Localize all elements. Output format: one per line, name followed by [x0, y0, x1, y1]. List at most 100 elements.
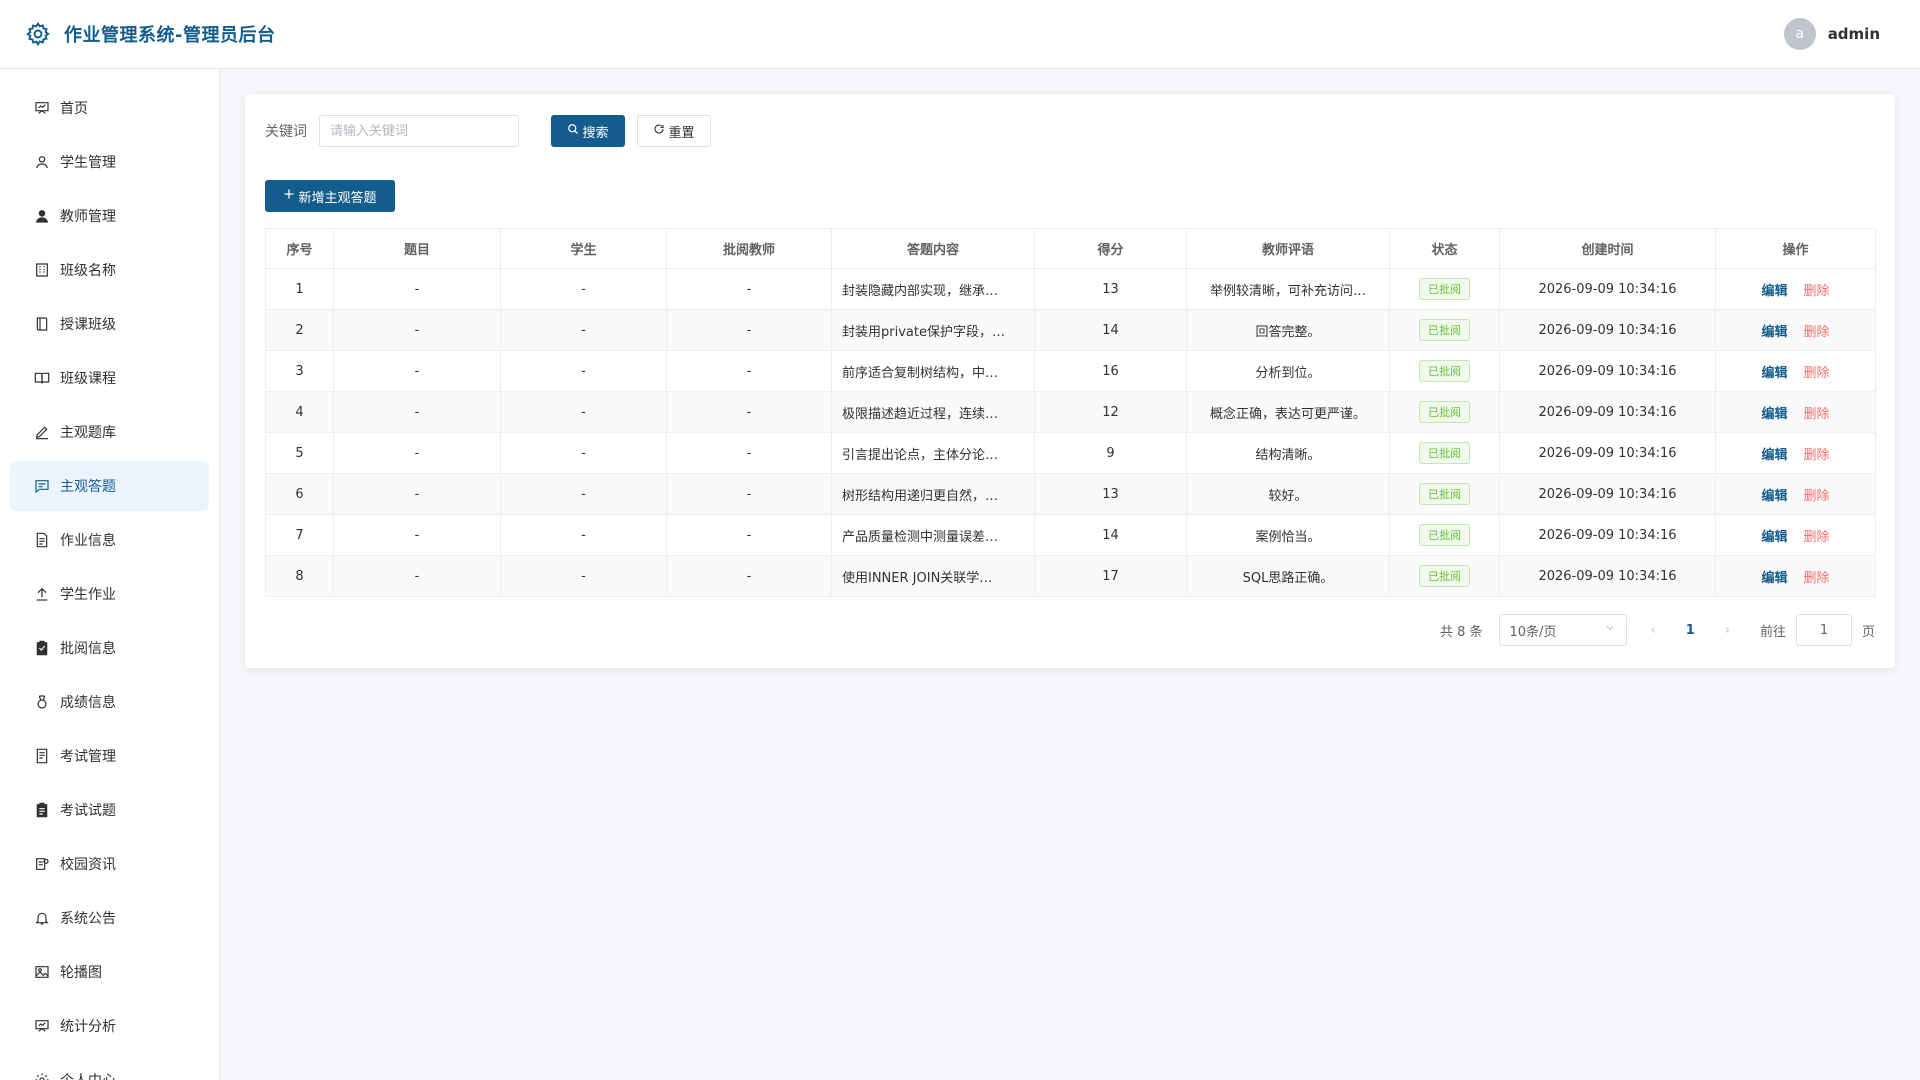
edit-button[interactable]: 编辑	[1761, 571, 1787, 586]
sidebar-item-10[interactable]: 批阅信息	[10, 623, 209, 673]
table-row[interactable]: 3- - - 前序适合复制树结构，中… 16 分析到位。 已批阅 2026-09-09 10:…	[265, 350, 1876, 392]
table-row[interactable]: 4- - - 极限描述趋近过程，连续… 12 概念正确，表达可更严谨。 已批阅 2026-09…	[265, 391, 1876, 433]
table-row[interactable]: 1- - - 封装隐藏内部实现，继承… 13 举例较清晰，可补充访问… 已批阅 2026-09…	[265, 268, 1876, 310]
search-bar: 关键词 搜索 重置	[265, 114, 1875, 148]
total-count: 共 8 条	[1439, 624, 1483, 640]
keyword-label: 关键词	[265, 124, 307, 140]
cell-score: 13	[1034, 473, 1187, 515]
column-header: 操作	[1715, 228, 1876, 269]
username[interactable]: admin	[1828, 25, 1880, 43]
sidebar-item-7[interactable]: 主观答题	[10, 461, 209, 511]
cell-status: 已批阅	[1389, 432, 1500, 474]
edit-button[interactable]: 编辑	[1761, 448, 1787, 463]
sidebar-item-6[interactable]: 主观题库	[10, 407, 209, 457]
sidebar-item-11[interactable]: 成绩信息	[10, 677, 209, 727]
edit-button[interactable]: 编辑	[1761, 284, 1787, 299]
edit-button[interactable]: 编辑	[1761, 325, 1787, 340]
user-menu[interactable]: a admin	[1783, 18, 1880, 50]
search-button[interactable]: 搜索	[551, 115, 625, 147]
table-row[interactable]: 8- - - 使用INNER JOIN关联学… 17 SQL思路正确。 已批阅 2026-09…	[265, 555, 1876, 597]
column-header: 状态	[1389, 228, 1500, 269]
user-icon	[34, 154, 50, 170]
prev-page-icon[interactable]: ‹	[1651, 623, 1656, 638]
sidebar-item-4[interactable]: 授课班级	[10, 299, 209, 349]
goto-page-input[interactable]	[1795, 614, 1852, 646]
column-header: 题目	[333, 228, 501, 269]
delete-button[interactable]: 删除	[1804, 366, 1830, 381]
sidebar-item-label: 考试管理	[60, 749, 116, 765]
keyword-input[interactable]	[319, 115, 519, 147]
sidebar-item-9[interactable]: 学生作业	[10, 569, 209, 619]
sidebar-item-label: 轮播图	[60, 965, 102, 981]
status-badge: 已批阅	[1419, 483, 1470, 505]
cell-score: 9	[1034, 432, 1187, 474]
sidebar-item-3[interactable]: 班级名称	[10, 245, 209, 295]
chevron-down-icon	[1604, 622, 1616, 638]
cell-teacher: -	[666, 473, 832, 515]
table-row[interactable]: 5- - - 引言提出论点，主体分论… 9 结构清晰。 已批阅 2026-09-09 10:3…	[265, 432, 1876, 474]
cell-content: 引言提出论点，主体分论…	[831, 432, 1035, 474]
cell-student: -	[500, 473, 667, 515]
cell-score: 16	[1034, 350, 1187, 392]
edit-button[interactable]: 编辑	[1761, 489, 1787, 504]
cell-actions: 编辑 删除	[1715, 432, 1876, 474]
cell-no: 1	[265, 268, 334, 310]
cell-question: -	[333, 432, 501, 474]
sidebar-item-label: 教师管理	[60, 209, 116, 225]
sidebar-item-18[interactable]: 个人中心	[10, 1055, 209, 1080]
edit-button[interactable]: 编辑	[1761, 407, 1787, 422]
status-badge: 已批阅	[1419, 319, 1470, 341]
sidebar-item-17[interactable]: 统计分析	[10, 1001, 209, 1051]
cell-created: 2026-09-09 10:34:16	[1499, 268, 1716, 310]
table-row[interactable]: 7- - - 产品质量检测中测量误差… 14 案例恰当。 已批阅 2026-09-09 10:…	[265, 514, 1876, 556]
delete-button[interactable]: 删除	[1804, 407, 1830, 422]
sidebar-item-5[interactable]: 班级课程	[10, 353, 209, 403]
sidebar-item-1[interactable]: 学生管理	[10, 137, 209, 187]
sidebar-item-label: 统计分析	[60, 1019, 116, 1035]
answers-table: 序号 题目 学生 批阅教师 答题内容 得分 教师评语 状态 创建时间 操作 1- - - 封装隐藏内部实…	[265, 228, 1876, 597]
cell-question: -	[333, 473, 501, 515]
sidebar-item-13[interactable]: 考试试题	[10, 785, 209, 835]
cell-no: 4	[265, 391, 334, 433]
sidebar-item-label: 学生管理	[60, 155, 116, 171]
cell-actions: 编辑 删除	[1715, 268, 1876, 310]
sidebar-item-label: 作业信息	[60, 533, 116, 549]
cell-question: -	[333, 350, 501, 392]
page-size-select[interactable]: 10条/页	[1498, 614, 1627, 646]
sidebar-item-label: 成绩信息	[60, 695, 116, 711]
cell-teacher: -	[666, 555, 832, 597]
sidebar-item-label: 个人中心	[60, 1070, 116, 1080]
delete-button[interactable]: 删除	[1804, 489, 1830, 504]
sidebar-item-2[interactable]: 教师管理	[10, 191, 209, 241]
add-answer-button[interactable]: 新增主观答题	[265, 180, 395, 212]
cell-content: 封装用private保护字段，…	[831, 309, 1035, 351]
table-row[interactable]: 2- - - 封装用private保护字段，… 14 回答完整。 已批阅 2026-09-09…	[265, 309, 1876, 351]
table-row[interactable]: 6- - - 树形结构用递归更自然，… 13 较好。 已批阅 2026-09-09 10:34…	[265, 473, 1876, 515]
plus-icon	[283, 188, 295, 204]
delete-button[interactable]: 删除	[1804, 448, 1830, 463]
avatar[interactable]: a	[1783, 18, 1816, 50]
delete-button[interactable]: 删除	[1804, 284, 1830, 299]
sidebar-item-label: 系统公告	[60, 911, 116, 927]
sidebar-item-16[interactable]: 轮播图	[10, 947, 209, 997]
sidebar-item-15[interactable]: 系统公告	[10, 893, 209, 943]
column-header: 答题内容	[831, 228, 1035, 269]
sidebar-item-12[interactable]: 考试管理	[10, 731, 209, 781]
delete-button[interactable]: 删除	[1804, 530, 1830, 545]
edit-button[interactable]: 编辑	[1761, 530, 1787, 545]
cell-student: -	[500, 514, 667, 556]
sidebar-item-14[interactable]: 校园资讯	[10, 839, 209, 889]
sidebar-item-8[interactable]: 作业信息	[10, 515, 209, 565]
edit-button[interactable]: 编辑	[1761, 366, 1787, 381]
cell-actions: 编辑 删除	[1715, 514, 1876, 556]
next-page-icon[interactable]: ›	[1725, 623, 1730, 638]
sidebar-item-0[interactable]: 首页	[10, 83, 209, 133]
cell-question: -	[333, 268, 501, 310]
reset-button[interactable]: 重置	[637, 115, 711, 147]
cell-actions: 编辑 删除	[1715, 309, 1876, 351]
delete-button[interactable]: 删除	[1804, 571, 1830, 586]
delete-button[interactable]: 删除	[1804, 325, 1830, 340]
pagination: 共 8 条 10条/页 ‹ 1 › 前往 页	[1440, 614, 1875, 646]
page-number[interactable]: 1	[1686, 623, 1695, 638]
cell-no: 3	[265, 350, 334, 392]
